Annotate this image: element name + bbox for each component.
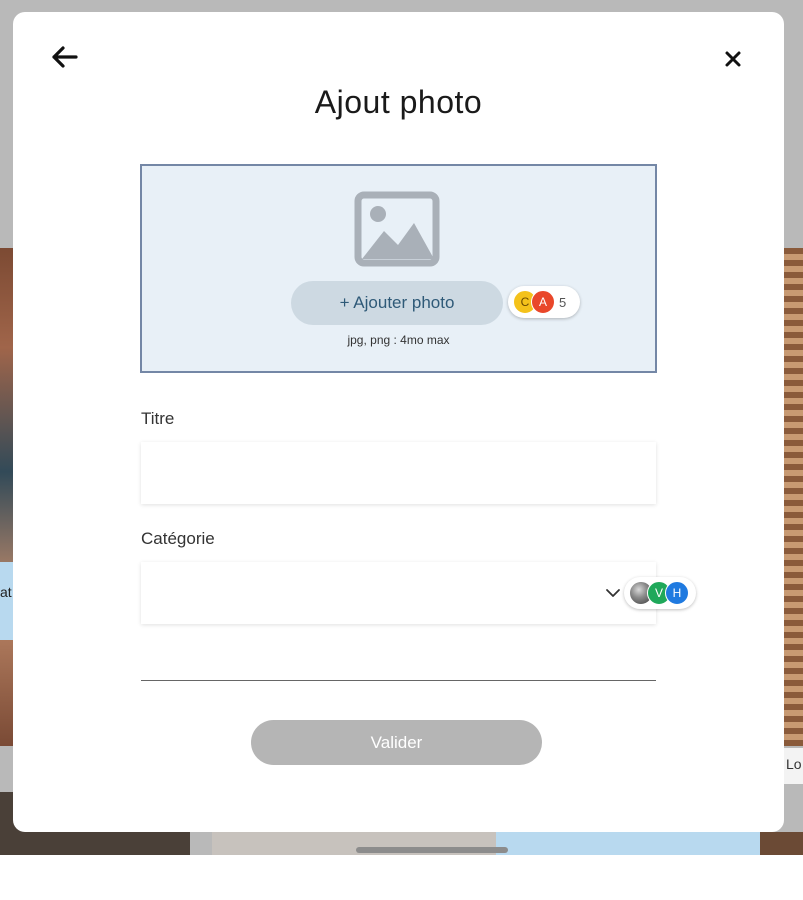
collaborator-presence-category[interactable]: V H	[624, 577, 696, 609]
background-photo-strip-right	[760, 832, 803, 855]
background-card-strip	[496, 828, 760, 855]
photo-dropzone[interactable]: + Ajouter photo jpg, png : 4mo max	[140, 164, 657, 373]
close-button[interactable]	[718, 44, 748, 74]
back-button[interactable]	[47, 40, 81, 74]
presence-count: 5	[559, 294, 567, 310]
arrow-left-icon	[52, 46, 78, 68]
background-photo-left	[0, 248, 14, 746]
avatar: A	[531, 290, 555, 314]
avatar: H	[665, 581, 689, 605]
title-input[interactable]	[141, 442, 656, 504]
chevron-down-icon[interactable]	[604, 586, 622, 600]
collaborator-presence-upload[interactable]: C A 5	[508, 286, 580, 318]
background-caption-right: Lo	[784, 748, 803, 784]
add-photo-modal: Ajout photo + Ajouter photo jpg, png : 4…	[13, 12, 784, 832]
submit-button[interactable]: Valider	[251, 720, 542, 765]
title-label: Titre	[141, 409, 175, 428]
file-format-hint: jpg, png : 4mo max	[347, 333, 450, 347]
background-caption-left: at l'A	[0, 562, 14, 640]
add-photo-button[interactable]: + Ajouter photo	[291, 281, 503, 325]
image-placeholder-icon	[354, 191, 440, 267]
category-label: Catégorie	[141, 529, 215, 548]
category-select[interactable]	[141, 562, 656, 624]
form-divider	[141, 680, 656, 681]
modal-title: Ajout photo	[314, 84, 483, 120]
background-photo-right	[784, 248, 803, 746]
close-icon	[725, 51, 741, 67]
horizontal-scrollbar[interactable]	[356, 847, 508, 853]
